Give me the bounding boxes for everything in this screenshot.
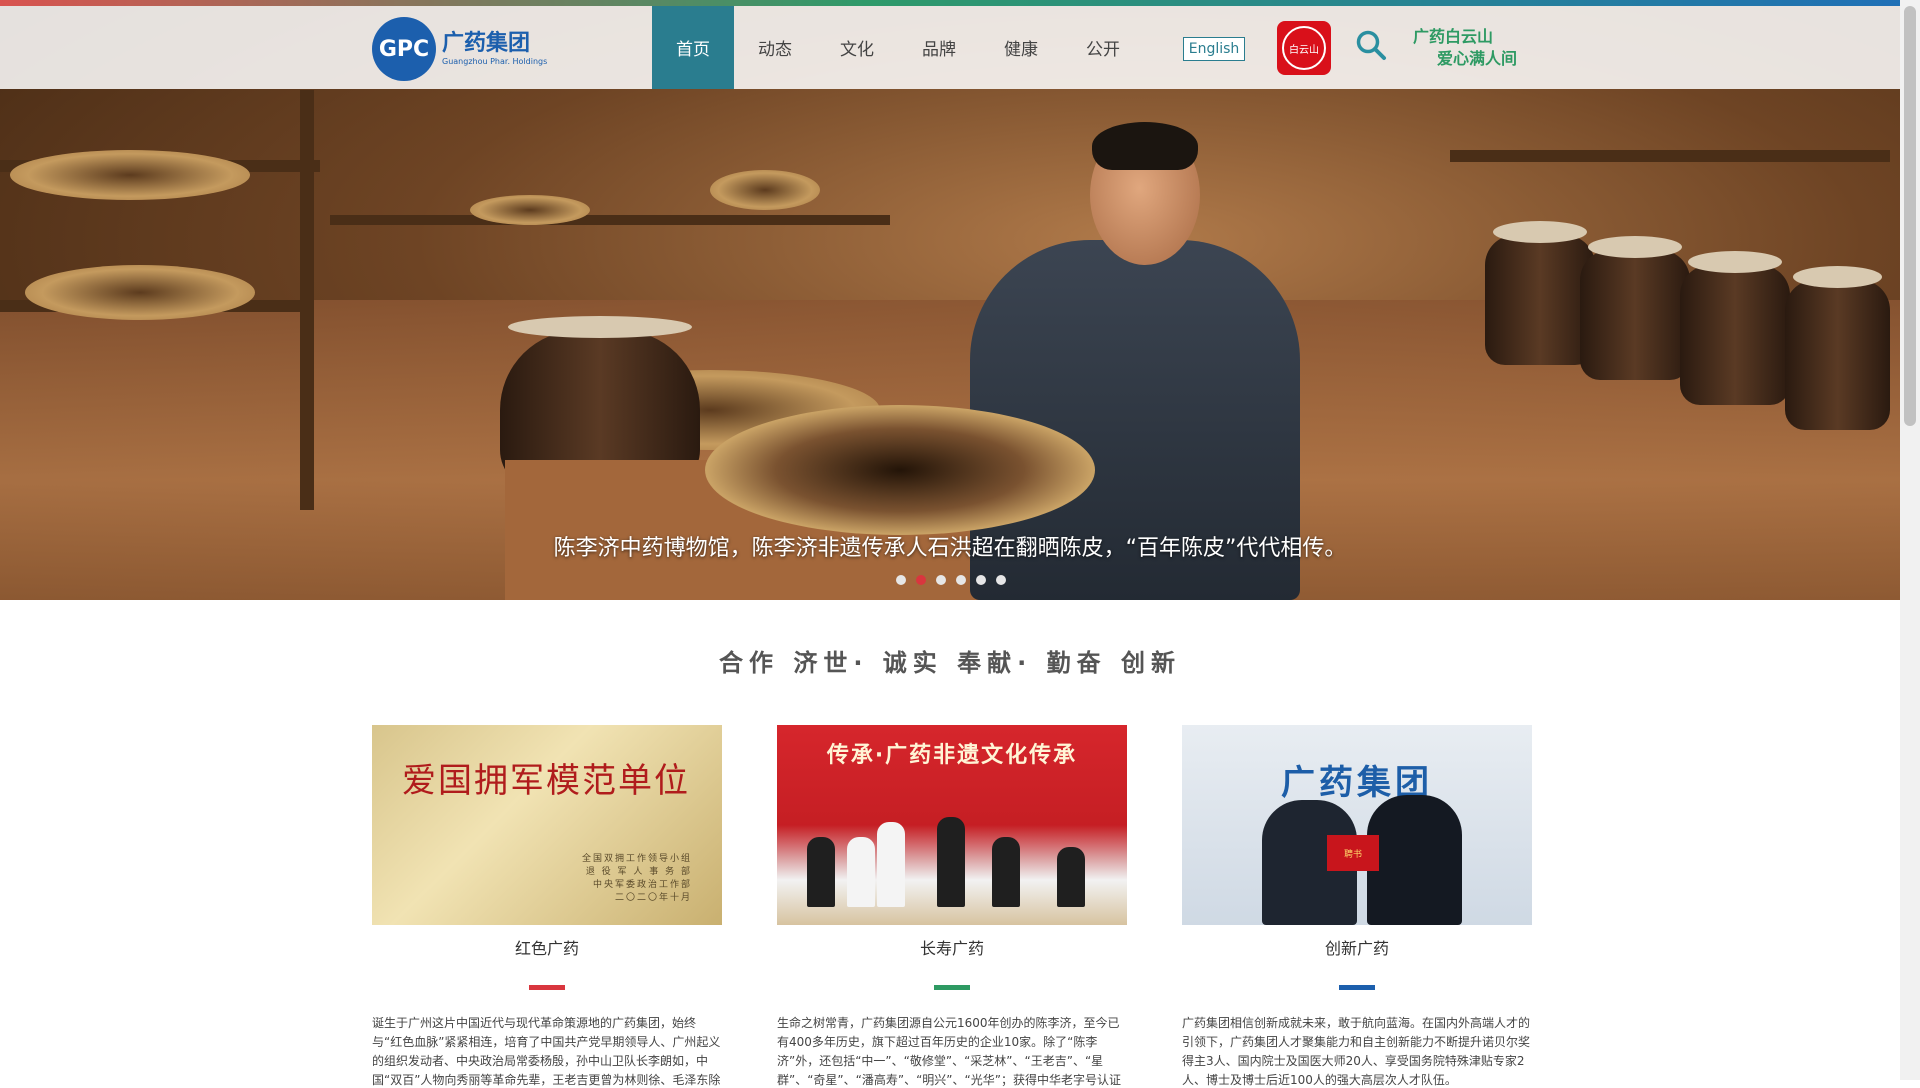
badge-text: 白云山: [1282, 26, 1326, 70]
baiyunshan-badge-icon[interactable]: 白云山: [1277, 21, 1331, 75]
logo-text: 广药集团 Guangzhou Phar. Holdings: [442, 31, 547, 67]
card-innovation[interactable]: 广药集团 聘书 创新广药 广药集团相信创新成就未来，敢于航向蓝海。在国内外高端人…: [1182, 725, 1532, 1088]
hero-jar: [1580, 236, 1690, 380]
nav-brand[interactable]: 品牌: [898, 6, 980, 89]
hero-shelf: [1450, 150, 1890, 162]
card-text: 广药集团相信创新成就未来，敢于航向蓝海。在国内外高端人才的引领下，广药集团人才聚…: [1182, 1016, 1531, 1087]
site-logo[interactable]: GPC 广药集团 Guangzhou Phar. Holdings: [372, 16, 572, 82]
card-image[interactable]: 广药集团 聘书: [1182, 725, 1532, 925]
plaque-issuer: 全国双拥工作领导小组 退 役 军 人 事 务 部 中央军委政治工作部 二〇二〇年…: [582, 853, 692, 905]
carousel-dot[interactable]: [936, 575, 946, 585]
card-image[interactable]: 传承·广药非遗文化传承: [777, 725, 1127, 925]
hero-jar: [1680, 251, 1790, 405]
carousel-dots: [896, 575, 1006, 585]
plaque-line: 二〇二〇年十月: [614, 893, 692, 903]
page-scrollbar[interactable]: [1900, 0, 1920, 1080]
card-accent-bar: [934, 985, 970, 990]
nav-culture[interactable]: 文化: [816, 6, 898, 89]
carousel-dot-active[interactable]: [916, 575, 926, 585]
card-red[interactable]: 爱国拥军模范单位 全国双拥工作领导小组 退 役 军 人 事 务 部 中央军委政治…: [372, 725, 722, 1088]
card-image[interactable]: 爱国拥军模范单位 全国双拥工作领导小组 退 役 军 人 事 务 部 中央军委政治…: [372, 725, 722, 925]
hero-tray: [470, 195, 590, 225]
person-figure: [992, 837, 1020, 907]
logo-name-en: Guangzhou Phar. Holdings: [442, 57, 548, 66]
nav-home[interactable]: 首页: [652, 6, 734, 89]
person-figure: [937, 817, 965, 907]
slogan-line-2: 爱心满人间: [1437, 49, 1518, 68]
plaque-line: 退 役 军 人 事 务 部: [585, 867, 692, 877]
card-accent-bar: [1339, 985, 1375, 990]
card-longevity[interactable]: 传承·广药非遗文化传承 长寿广药 生命之树常青，广药集团源自公元1600年创办的…: [777, 725, 1127, 1088]
person-figure: [1367, 795, 1462, 925]
hero-shelf: [330, 215, 890, 225]
hero-tray: [10, 150, 250, 200]
person-figure: [877, 822, 905, 907]
hero-jar: [1485, 221, 1595, 365]
search-icon[interactable]: [1355, 29, 1387, 61]
certificate: 聘书: [1327, 835, 1379, 871]
wall-logo-text: 广药集团: [1281, 763, 1433, 803]
corporate-motto: 合作 济世· 诚实 奉献· 勤奋 创新: [718, 649, 1181, 677]
banner-text: 传承·广药非遗文化传承: [826, 743, 1078, 768]
hero-tray: [25, 265, 255, 320]
carousel-dot[interactable]: [996, 575, 1006, 585]
scrollbar-thumb[interactable]: [1904, 6, 1916, 426]
card-title[interactable]: 红色广药: [372, 935, 722, 959]
carousel-dot[interactable]: [956, 575, 966, 585]
logo-name-cn: 广药集团: [442, 31, 531, 56]
card-title[interactable]: 创新广药: [1182, 935, 1532, 959]
card-text: 生命之树常青，广药集团源自公元1600年创办的陈李济，至今已有400多年历史，旗…: [777, 1016, 1121, 1087]
slogan-line-1: 广药白云山: [1413, 27, 1494, 46]
person-figure: [847, 837, 875, 907]
hero-tray: [710, 170, 820, 210]
slogan: 广药白云山 爱心满人间: [1413, 26, 1517, 70]
card-title[interactable]: 长寿广药: [777, 935, 1127, 959]
hero-caption: 陈李济中药博物馆，陈李济非遗传承人石洪超在翻晒陈皮，“百年陈皮”代代相传。: [553, 536, 1347, 561]
english-button[interactable]: English: [1183, 37, 1245, 61]
plaque-title: 爱国拥军模范单位: [402, 761, 690, 801]
hero-shelf: [300, 90, 314, 510]
carousel-dot[interactable]: [976, 575, 986, 585]
carousel-dot[interactable]: [896, 575, 906, 585]
hero-person-hair: [1092, 122, 1198, 170]
person-figure: [1057, 847, 1085, 907]
hero-banner[interactable]: 陈李济中药博物馆，陈李济非遗传承人石洪超在翻晒陈皮，“百年陈皮”代代相传。: [0, 0, 1900, 600]
card-text: 诞生于广州这片中国近代与现代革命策源地的广药集团，始终与“红色血脉”紧紧相连，培…: [372, 1016, 721, 1087]
plaque-line: 全国双拥工作领导小组: [581, 854, 692, 864]
plaque-line: 中央军委政治工作部: [592, 880, 692, 890]
main-nav: 首页 动态 文化 品牌 健康 公开: [652, 6, 1144, 89]
nav-disclosure[interactable]: 公开: [1062, 6, 1144, 89]
nav-health[interactable]: 健康: [980, 6, 1062, 89]
hero-jar: [1785, 266, 1890, 430]
person-figure: [807, 837, 835, 907]
card-accent-bar: [529, 985, 565, 990]
hero-drying-tray: [705, 405, 1095, 535]
nav-news[interactable]: 动态: [734, 6, 816, 89]
gpc-logo-icon: GPC: [372, 17, 436, 81]
